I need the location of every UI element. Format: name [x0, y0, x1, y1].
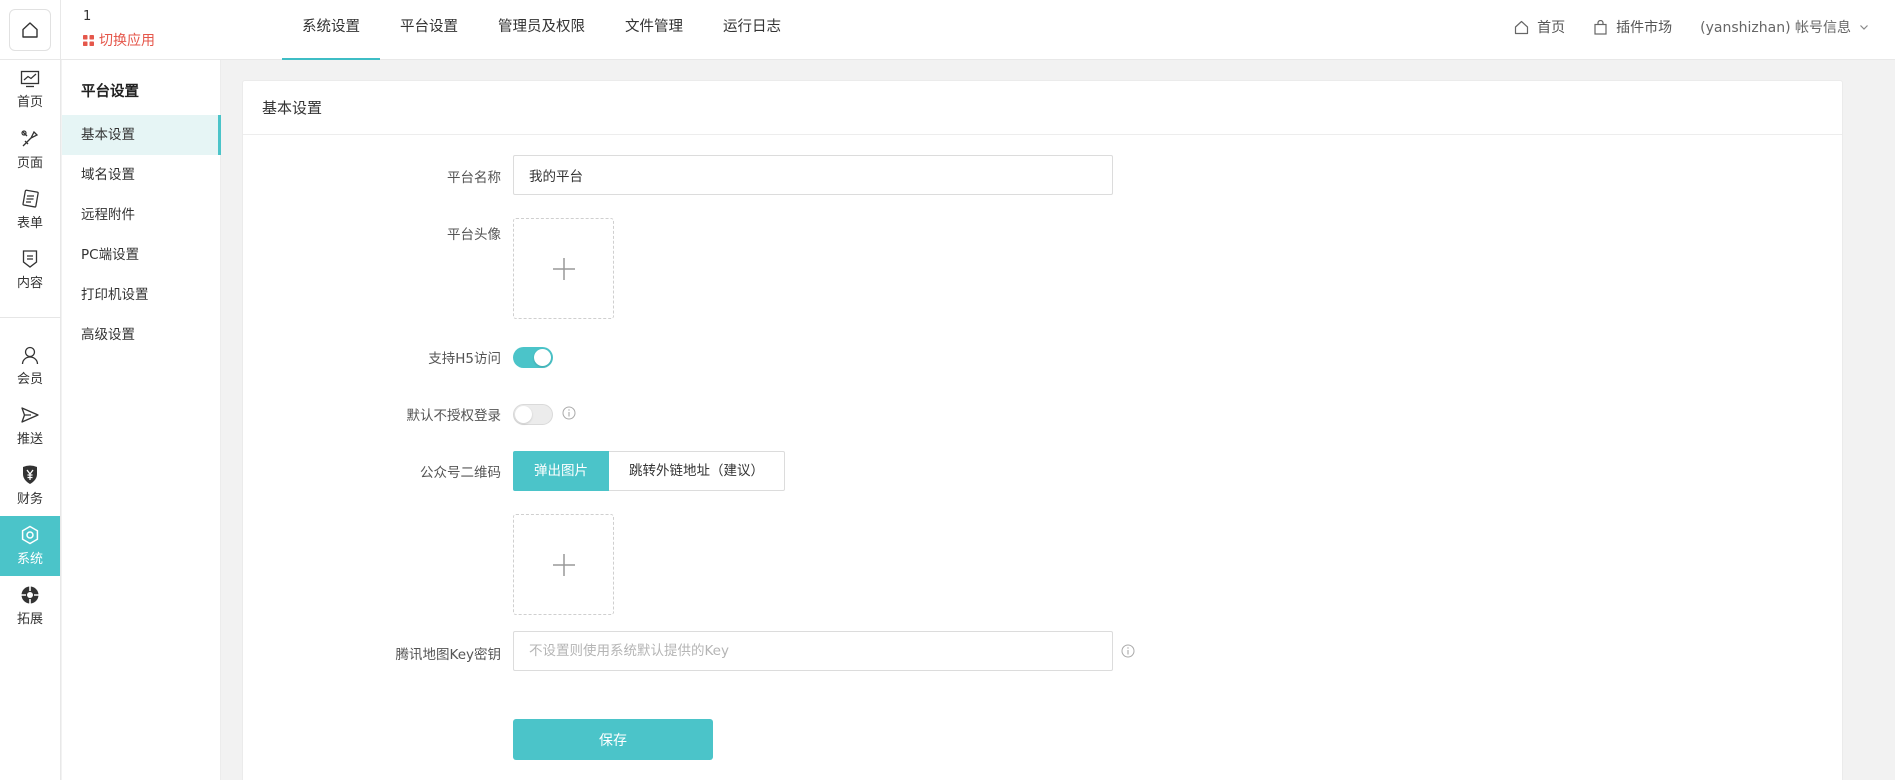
subnav-remote-attachment[interactable]: 远程附件: [62, 195, 221, 235]
qrcode-image-upload[interactable]: [513, 514, 614, 615]
basic-settings-card: 基本设置 平台名称 平台头像 支持H5访问 默认不授权登录 公众号二维码 弹出图…: [242, 80, 1843, 780]
sidebar-item-page[interactable]: 页面: [0, 120, 60, 180]
sidebar-item-form[interactable]: 表单: [0, 180, 60, 240]
send-icon: [21, 407, 39, 423]
map-key-input[interactable]: [513, 631, 1113, 671]
save-button[interactable]: 保存: [513, 719, 713, 760]
header-home-label: 首页: [1537, 20, 1566, 36]
qrcode-option-popup-image[interactable]: 弹出图片: [513, 451, 609, 491]
app-name: 1: [83, 9, 92, 24]
plus-icon: [552, 257, 575, 280]
sidebar-item-label: 会员: [16, 372, 43, 387]
settings-icon: [21, 525, 39, 545]
platform-name-label: 平台名称: [447, 170, 501, 186]
info-icon[interactable]: [1121, 644, 1135, 658]
sidebar-item-system[interactable]: 系统: [0, 516, 60, 576]
qrcode-mode-segment: 弹出图片 跳转外链地址（建议）: [513, 451, 785, 491]
sidebar-item-label: 系统: [16, 552, 43, 567]
account-label: (yanshizhan) 帐号信息: [1700, 20, 1851, 36]
h5-access-toggle[interactable]: [513, 347, 553, 368]
subnav-domain-settings[interactable]: 域名设置: [62, 155, 221, 195]
sidebar-item-label: 首页: [16, 95, 43, 110]
grid-icon: [83, 34, 94, 46]
switch-app-link[interactable]: 切换应用: [83, 30, 155, 50]
chart-icon: [20, 70, 40, 88]
map-key-label: 腾讯地图Key密钥: [395, 647, 501, 663]
subnav-printer-settings[interactable]: 打印机设置: [62, 275, 221, 315]
shopping-bag-icon: [1594, 19, 1607, 35]
plus-icon: [552, 553, 575, 576]
platform-avatar-label: 平台头像: [447, 227, 501, 243]
top-header: 1 切换应用 系统设置 平台设置 管理员及权限 文件管理 运行日志 首页 插件市…: [0, 0, 1895, 60]
plugin-market-label: 插件市场: [1616, 20, 1673, 36]
no-auth-login-label: 默认不授权登录: [406, 408, 502, 424]
sidebar-item-label: 推送: [16, 432, 43, 447]
extension-icon: [21, 586, 39, 604]
icon-sidebar: 首页 页面 表单 内容 会员 推送 财务 系统 拓展: [0, 60, 61, 780]
sidebar-item-extension[interactable]: 拓展: [0, 576, 60, 636]
tab-run-logs[interactable]: 运行日志: [703, 0, 801, 60]
toggle-knob: [534, 349, 551, 366]
platform-name-input[interactable]: [513, 155, 1113, 195]
switch-app-label: 切换应用: [99, 33, 155, 49]
sub-sidebar-title: 平台设置: [81, 84, 139, 100]
plugin-market-link[interactable]: 插件市场: [1593, 17, 1672, 37]
sidebar-item-label: 页面: [16, 156, 43, 171]
tab-system-settings[interactable]: 系统设置: [282, 0, 380, 60]
subnav-basic-settings[interactable]: 基本设置: [62, 115, 221, 155]
tab-admin-permissions[interactable]: 管理员及权限: [478, 0, 605, 60]
sidebar-item-label: 财务: [16, 492, 43, 507]
platform-avatar-upload[interactable]: [513, 218, 614, 319]
sidebar-item-label: 内容: [16, 276, 43, 291]
yuan-icon: [23, 465, 37, 484]
sidebar-item-home[interactable]: 首页: [0, 60, 60, 120]
sidebar-divider: [0, 317, 61, 318]
tab-platform-settings[interactable]: 平台设置: [380, 0, 478, 60]
home-icon: [1515, 20, 1529, 34]
qrcode-label: 公众号二维码: [420, 465, 501, 481]
settings-sub-sidebar: 平台设置 基本设置 域名设置 远程附件 PC端设置 打印机设置 高级设置: [62, 60, 221, 780]
tab-file-management[interactable]: 文件管理: [605, 0, 703, 60]
document-icon: [22, 250, 38, 268]
sidebar-item-label: 拓展: [16, 612, 43, 627]
subnav-pc-settings[interactable]: PC端设置: [62, 235, 221, 275]
subnav-advanced-settings[interactable]: 高级设置: [62, 315, 221, 355]
no-auth-login-toggle[interactable]: [513, 404, 553, 425]
qrcode-option-external-link[interactable]: 跳转外链地址（建议）: [609, 451, 785, 491]
card-title: 基本设置: [243, 81, 1842, 135]
home-icon[interactable]: [9, 9, 51, 51]
sidebar-item-finance[interactable]: 财务: [0, 456, 60, 516]
toggle-knob: [515, 406, 532, 423]
form-icon: [22, 189, 39, 208]
chevron-down-icon: [1860, 25, 1868, 30]
home-logo-box[interactable]: [0, 0, 61, 60]
info-icon[interactable]: [562, 406, 576, 420]
user-icon: [21, 346, 39, 365]
header-home-link[interactable]: 首页: [1514, 17, 1565, 37]
brush-icon: [21, 130, 39, 147]
sidebar-item-member[interactable]: 会员: [0, 336, 60, 396]
sidebar-item-label: 表单: [16, 216, 43, 231]
h5-access-label: 支持H5访问: [428, 351, 501, 367]
top-nav-tabs: 系统设置 平台设置 管理员及权限 文件管理 运行日志: [282, 0, 801, 60]
app-info: 1 切换应用: [83, 8, 155, 50]
header-right-menu: 首页 插件市场 (yanshizhan) 帐号信息: [1514, 0, 1869, 54]
sidebar-item-content[interactable]: 内容: [0, 240, 60, 300]
account-info-dropdown[interactable]: (yanshizhan) 帐号信息: [1700, 17, 1869, 37]
sidebar-item-push[interactable]: 推送: [0, 396, 60, 456]
